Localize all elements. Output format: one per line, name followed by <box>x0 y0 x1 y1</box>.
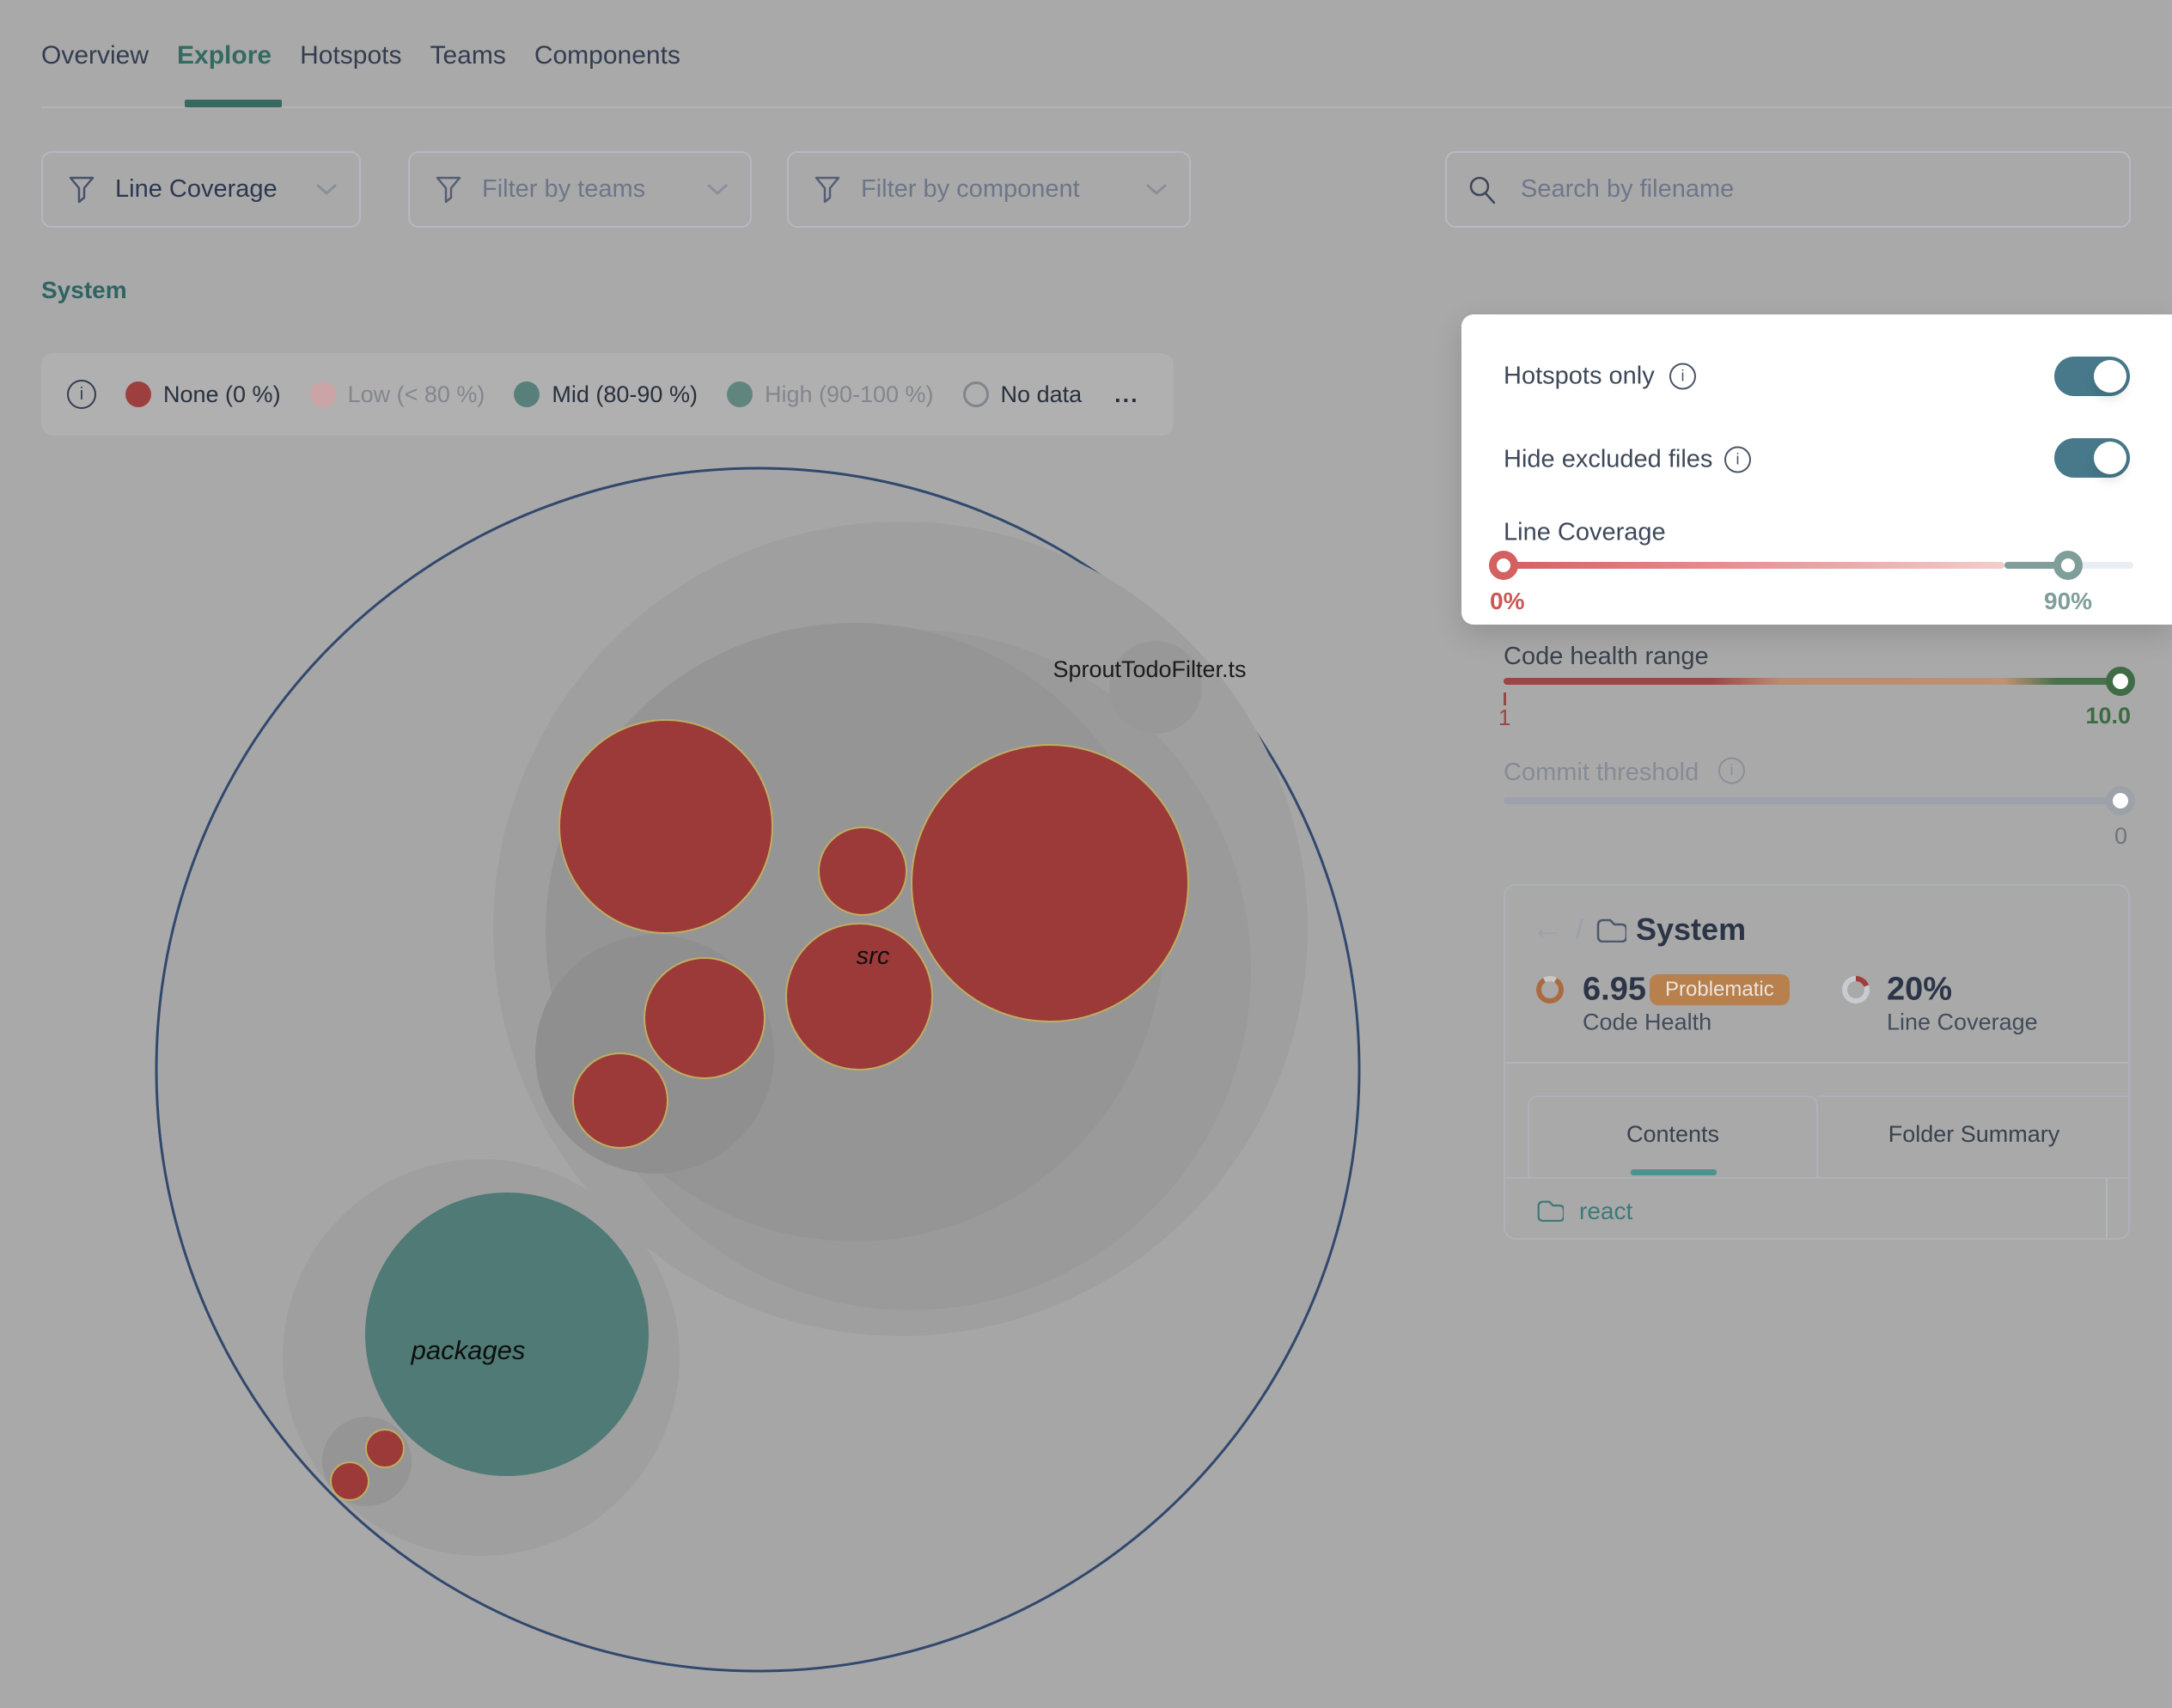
panel-divider <box>1505 1177 2128 1179</box>
bubble-label: src <box>857 942 890 970</box>
hide-excluded-label: Hide excluded files <box>1504 446 1712 474</box>
hide-excluded-toggle[interactable] <box>2054 438 2130 478</box>
filters-spotlight-card: Hotspots only Hide excluded files Line C… <box>1461 314 2172 625</box>
filter-teams-label: Filter by teams <box>482 175 645 204</box>
tab-overview[interactable]: Overview <box>41 41 149 70</box>
filter-component-label: Filter by component <box>861 175 1080 204</box>
line-coverage-min-handle[interactable] <box>1489 551 1518 580</box>
code-health-min-tick <box>1504 692 1506 705</box>
legend-more-button[interactable]: ... <box>1114 381 1139 408</box>
line-coverage-min-value: 0% <box>1490 588 1524 615</box>
filter-component-dropdown[interactable]: Filter by component <box>787 151 1191 228</box>
tab-hotspots[interactable]: Hotspots <box>300 41 401 70</box>
explore-page: SproutTodoFilter.ts src packages Overview … <box>0 0 2172 1708</box>
legend-item-nodata[interactable]: No data <box>963 381 1083 408</box>
code-health-range-label: Code health range <box>1504 643 1709 671</box>
info-icon[interactable] <box>1718 758 1745 784</box>
code-health-max-value: 10.0 <box>2069 703 2131 729</box>
bubble-label: packages <box>411 1335 526 1365</box>
code-health-value: 6.95 <box>1583 972 1646 1009</box>
status-badge: Problematic <box>1650 974 1790 1005</box>
line-coverage-track-selected[interactable] <box>1504 562 2004 569</box>
hotspots-only-toggle[interactable] <box>2054 357 2130 396</box>
legend-dot-high <box>727 381 753 407</box>
hotspot-circle[interactable] <box>559 720 772 933</box>
info-icon[interactable] <box>67 380 96 409</box>
legend-item-none[interactable]: None (0 %) <box>125 381 281 408</box>
search-box[interactable] <box>1445 151 2131 228</box>
tab-contents[interactable]: Contents <box>1528 1095 1818 1173</box>
hotspot-circle[interactable] <box>573 1053 668 1148</box>
bubble-chart[interactable]: SproutTodoFilter.ts src packages <box>0 0 2172 1708</box>
nav-divider <box>41 107 2172 108</box>
panel-divider <box>1505 1062 2128 1064</box>
line-coverage-slider-label: Line Coverage <box>1504 519 1666 547</box>
line-coverage-metric-label: Line Coverage <box>1887 1010 2038 1036</box>
active-panel-tab-indicator <box>1631 1169 1717 1175</box>
line-coverage-max-handle[interactable] <box>2053 551 2083 580</box>
folder-icon <box>1536 1199 1564 1222</box>
top-nav: Overview Explore Hotspots Teams Componen… <box>41 41 680 70</box>
legend-dot-none <box>125 381 151 407</box>
chevron-down-icon <box>707 184 728 196</box>
tab-teams[interactable]: Teams <box>430 41 505 70</box>
code-health-metric-label: Code Health <box>1583 1010 1711 1036</box>
info-icon[interactable] <box>1724 447 1751 473</box>
search-input[interactable] <box>1521 175 2108 204</box>
system-panel: ← / System 6.95 Problematic Code Health … <box>1504 884 2130 1240</box>
legend-item-mid[interactable]: Mid (80-90 %) <box>514 381 698 408</box>
legend-item-high[interactable]: High (90-100 %) <box>727 381 934 408</box>
active-tab-indicator <box>185 100 282 107</box>
filter-teams-dropdown[interactable]: Filter by teams <box>408 151 752 228</box>
hotspot-circle[interactable] <box>912 745 1188 1022</box>
line-coverage-donut <box>1842 976 1870 1003</box>
chevron-down-icon <box>316 184 337 196</box>
hotspots-only-label: Hotspots only <box>1504 363 1655 391</box>
toggle-knob <box>2094 442 2126 474</box>
hotspot-circle[interactable] <box>819 827 906 915</box>
back-button[interactable]: ← <box>1531 911 1564 948</box>
search-icon <box>1467 174 1498 205</box>
funnel-icon <box>814 176 840 204</box>
line-coverage-value: 20% <box>1887 972 1952 1009</box>
list-item-react[interactable]: react <box>1579 1198 1632 1225</box>
info-icon[interactable] <box>1669 363 1696 390</box>
commit-threshold-track[interactable] <box>1504 797 2131 804</box>
legend-dot-mid <box>514 381 540 407</box>
folder-icon <box>1595 917 1626 942</box>
code-health-range-track[interactable] <box>1504 678 2131 685</box>
commit-threshold-value: 0 <box>2088 823 2127 850</box>
toggle-knob <box>2094 360 2126 393</box>
commit-threshold-handle[interactable] <box>2106 786 2135 815</box>
legend-dot-low <box>310 381 336 407</box>
chevron-down-icon <box>1146 184 1167 196</box>
file-circle-sprouttodofilter[interactable] <box>1109 641 1202 734</box>
tab-folder-summary[interactable]: Folder Summary <box>1818 1095 2130 1173</box>
hotspot-circle[interactable] <box>366 1430 404 1467</box>
system-panel-title: System <box>1636 912 1746 948</box>
line-coverage-max-value: 90% <box>2044 588 2092 615</box>
hotspot-circle[interactable] <box>331 1462 369 1500</box>
code-health-range-handle[interactable] <box>2106 667 2135 696</box>
tab-explore[interactable]: Explore <box>177 41 272 70</box>
page-title: System <box>41 277 127 304</box>
legend-item-low[interactable]: Low (< 80 %) <box>310 381 485 408</box>
commit-threshold-label: Commit threshold <box>1504 759 1699 787</box>
bubble-label: SproutTodoFilter.ts <box>1052 656 1246 682</box>
code-health-min-value: 1 <box>1498 705 1510 731</box>
folder-circle-packages[interactable] <box>365 1193 649 1476</box>
legend-bar: None (0 %) Low (< 80 %) Mid (80-90 %) Hi… <box>41 353 1174 436</box>
list-scrollbar[interactable] <box>2106 1179 2108 1240</box>
funnel-icon <box>436 176 461 204</box>
funnel-icon <box>69 176 95 204</box>
hotspot-circle[interactable] <box>644 958 765 1078</box>
filter-metric-label: Line Coverage <box>115 175 278 204</box>
code-health-donut <box>1536 976 1564 1003</box>
filter-metric-dropdown[interactable]: Line Coverage <box>41 151 361 228</box>
breadcrumb-separator: / <box>1576 914 1583 946</box>
legend-dot-nodata <box>963 381 989 407</box>
tab-components[interactable]: Components <box>534 41 680 70</box>
